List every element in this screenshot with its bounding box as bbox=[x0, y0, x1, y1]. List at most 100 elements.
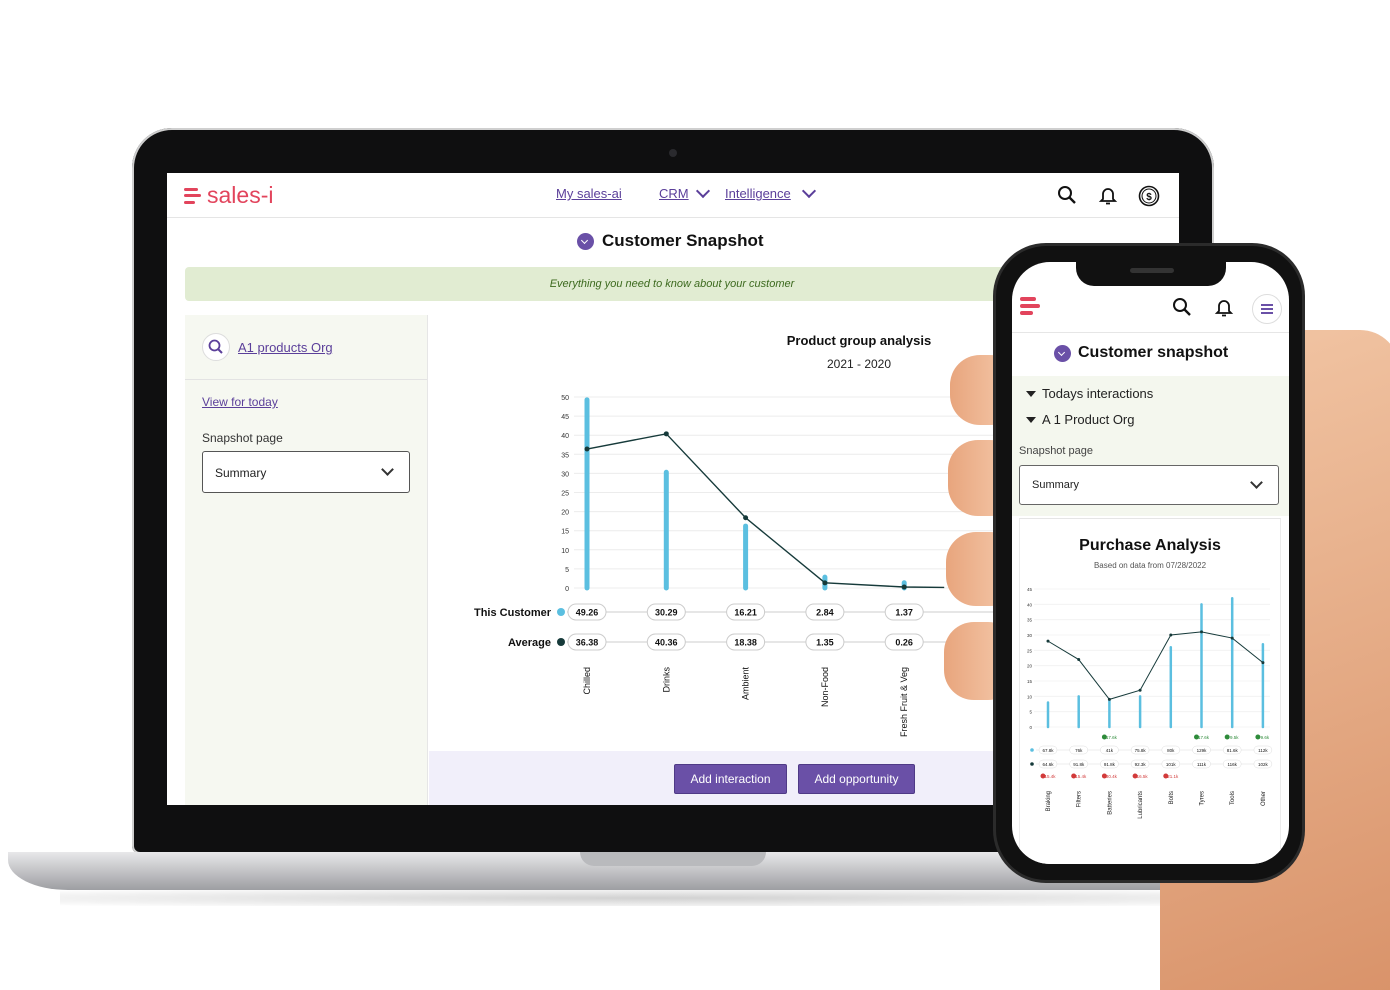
left-panel: A1 products Org View for today Snapshot … bbox=[185, 315, 428, 805]
search-icon[interactable] bbox=[1057, 185, 1077, 205]
value-label: 91.8k bbox=[1073, 762, 1085, 767]
value-label: 64.6k bbox=[1042, 762, 1054, 767]
value-label: 92.3k bbox=[1135, 762, 1147, 767]
red-badge-label: 15.4k bbox=[1075, 774, 1087, 779]
nav-my-sales-ai[interactable]: My sales-ai bbox=[556, 186, 622, 201]
collapse-chevron-icon[interactable] bbox=[577, 232, 594, 250]
red-badge-label: 30.4k bbox=[1106, 774, 1118, 779]
green-badge-label: 9.5k bbox=[1230, 735, 1239, 740]
y-tick-label: 20 bbox=[561, 510, 569, 517]
svg-text:$: $ bbox=[1146, 192, 1152, 203]
y-tick-label: 40 bbox=[561, 433, 569, 440]
red-badge-label: 21.1k bbox=[1167, 774, 1179, 779]
value-label-average: 40.36 bbox=[655, 638, 678, 648]
phone-bell-icon[interactable] bbox=[1214, 297, 1234, 317]
laptop-camera bbox=[669, 149, 677, 157]
value-label-average: 36.38 bbox=[576, 638, 599, 648]
page-title: Customer Snapshot bbox=[577, 231, 764, 251]
phone-page-title-text: Customer snapshot bbox=[1078, 344, 1229, 361]
x-category-label: Batteries bbox=[1107, 791, 1113, 815]
crm-chevron-down-icon[interactable] bbox=[695, 183, 711, 199]
x-category-label: Chilled bbox=[582, 667, 592, 695]
average-point bbox=[584, 446, 590, 452]
line-point bbox=[1261, 661, 1265, 665]
phone-speaker bbox=[1130, 268, 1174, 273]
green-badge-label: 17.6k bbox=[1198, 735, 1210, 740]
nav-crm[interactable]: CRM bbox=[659, 186, 689, 201]
y-tick-label: 25 bbox=[1027, 648, 1033, 653]
org-search-button[interactable] bbox=[202, 333, 230, 361]
value-label: 129k bbox=[1197, 748, 1208, 753]
chevron-down-icon bbox=[1250, 476, 1263, 489]
value-label: 76k bbox=[1075, 748, 1083, 753]
org-item[interactable]: A 1 Product Org bbox=[1042, 412, 1135, 427]
bell-icon[interactable] bbox=[1098, 185, 1118, 205]
phone-snapshot-label: Snapshot page bbox=[1019, 445, 1094, 457]
y-tick-label: 50 bbox=[561, 395, 569, 402]
value-label-this-customer: 2.84 bbox=[816, 608, 834, 618]
x-category-label: Drinks bbox=[661, 667, 671, 693]
nav-intelligence[interactable]: Intelligence bbox=[725, 186, 791, 201]
y-tick-label: 10 bbox=[561, 548, 569, 555]
brand-logo[interactable]: sales-i bbox=[184, 182, 273, 209]
add-interaction-button[interactable]: Add interaction bbox=[674, 764, 787, 794]
hamburger-menu-icon[interactable] bbox=[1252, 294, 1282, 324]
phone-header-divider bbox=[1012, 332, 1289, 333]
line-point bbox=[1046, 639, 1050, 643]
value-label: 75.8k bbox=[1135, 748, 1147, 753]
dollar-coin-icon[interactable]: $ bbox=[1138, 185, 1160, 207]
line-point bbox=[1138, 688, 1142, 692]
phone-snapshot-select[interactable]: Summary bbox=[1019, 465, 1279, 505]
x-category-label: Tools bbox=[1230, 791, 1236, 805]
value-label: 116k bbox=[1227, 762, 1237, 767]
value-label: 41k bbox=[1106, 748, 1114, 753]
legend-average: Average bbox=[508, 637, 551, 649]
y-tick-label: 30 bbox=[1027, 633, 1033, 638]
triangle-down-icon[interactable] bbox=[1026, 417, 1036, 423]
line-point bbox=[1077, 658, 1081, 662]
x-category-label: Non-Food bbox=[820, 667, 830, 707]
todays-interactions-item[interactable]: Todays interactions bbox=[1042, 386, 1153, 401]
up-badge-icon bbox=[1255, 734, 1261, 740]
view-for-today-link[interactable]: View for today bbox=[202, 395, 278, 409]
phone-collapse-chevron-icon[interactable] bbox=[1054, 344, 1071, 362]
y-tick-label: 20 bbox=[1027, 664, 1033, 669]
intelligence-chevron-down-icon[interactable] bbox=[801, 183, 817, 199]
y-tick-label: 35 bbox=[561, 452, 569, 459]
x-category-label: Fresh Fruit & Veg bbox=[899, 667, 909, 737]
select-value: Summary bbox=[215, 466, 267, 480]
phone-logo-icon[interactable] bbox=[1020, 297, 1040, 315]
x-category-label: Ambient bbox=[741, 667, 751, 701]
x-category-label: Filters bbox=[1077, 791, 1083, 807]
green-badge-label: 9.6k bbox=[1261, 735, 1270, 740]
value-label-this-customer: 1.37 bbox=[895, 608, 913, 618]
phone-search-icon[interactable] bbox=[1172, 297, 1192, 317]
average-series-line bbox=[586, 433, 945, 589]
value-label: 91.8k bbox=[1104, 762, 1116, 767]
add-opportunity-button[interactable]: Add opportunity bbox=[798, 764, 915, 794]
average-point bbox=[822, 580, 828, 586]
triangle-down-icon[interactable] bbox=[1026, 391, 1036, 397]
average-point bbox=[663, 431, 669, 437]
average-point bbox=[743, 515, 749, 521]
green-badge-label: 17.6k bbox=[1106, 735, 1118, 740]
value-label-this-customer: 49.26 bbox=[576, 608, 599, 618]
value-label: 67.8k bbox=[1042, 748, 1054, 753]
value-label: 80k bbox=[1167, 748, 1175, 753]
phone-screen: Customer snapshot Todays interactions A … bbox=[1012, 262, 1289, 864]
line-point bbox=[1107, 697, 1111, 701]
divider bbox=[185, 379, 427, 380]
snapshot-page-select[interactable]: Summary bbox=[202, 451, 410, 493]
line-point bbox=[1230, 636, 1234, 640]
y-tick-label: 0 bbox=[565, 586, 569, 593]
phone-select-value: Summary bbox=[1032, 479, 1080, 491]
up-badge-icon bbox=[1224, 734, 1230, 740]
phone-notch bbox=[1076, 262, 1226, 286]
value-label: 112k bbox=[1258, 748, 1268, 753]
legend-dot-this-customer bbox=[557, 608, 565, 616]
value-label-this-customer: 30.29 bbox=[655, 608, 678, 618]
org-link[interactable]: A1 products Org bbox=[238, 340, 333, 355]
legend-dot bbox=[1030, 748, 1034, 752]
search-icon bbox=[208, 339, 223, 354]
y-tick-label: 15 bbox=[1027, 679, 1033, 684]
